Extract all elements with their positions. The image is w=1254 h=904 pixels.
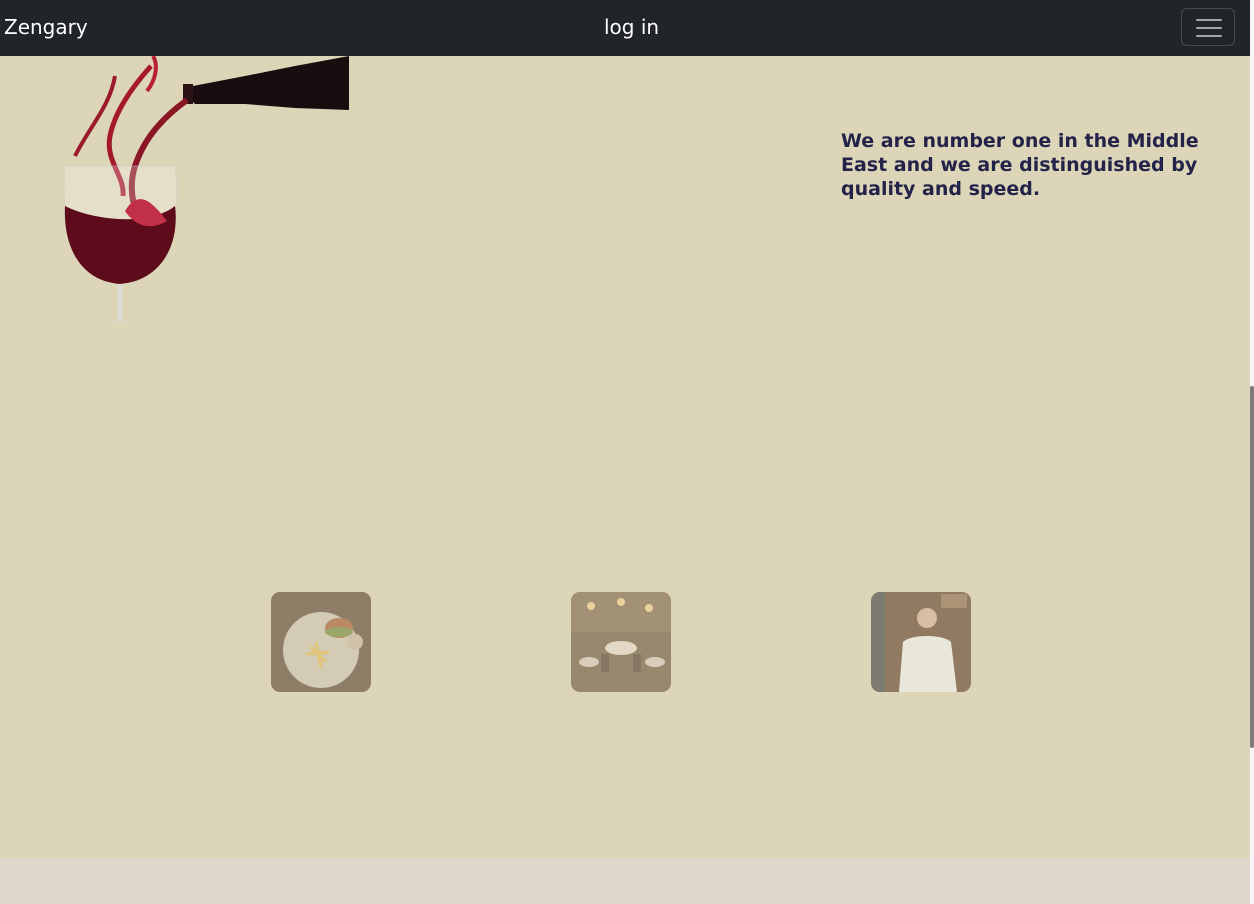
brand-link[interactable]: Zengary	[4, 15, 88, 39]
gallery-thumb-food[interactable]	[271, 592, 371, 692]
scrollbar-thumb[interactable]	[1250, 386, 1254, 748]
restaurant-interior-image	[571, 592, 671, 692]
chef-portrait-image	[871, 592, 971, 692]
login-link[interactable]: log in	[604, 15, 659, 39]
hamburger-menu-icon	[1196, 19, 1222, 21]
hamburger-menu-icon-line	[1196, 35, 1222, 37]
navbar-toggler-button[interactable]	[1181, 8, 1235, 46]
top-navbar: Zengary log in	[0, 0, 1250, 56]
burger-plate-image	[271, 592, 371, 692]
wine-pour-image	[63, 56, 349, 322]
hero-tagline: We are number one in the Middle East and…	[841, 130, 1199, 200]
footer-band	[0, 858, 1250, 904]
gallery-thumb-restaurant[interactable]	[571, 592, 671, 692]
hamburger-menu-icon-line	[1196, 27, 1222, 29]
gallery-thumb-chef[interactable]	[871, 592, 971, 692]
